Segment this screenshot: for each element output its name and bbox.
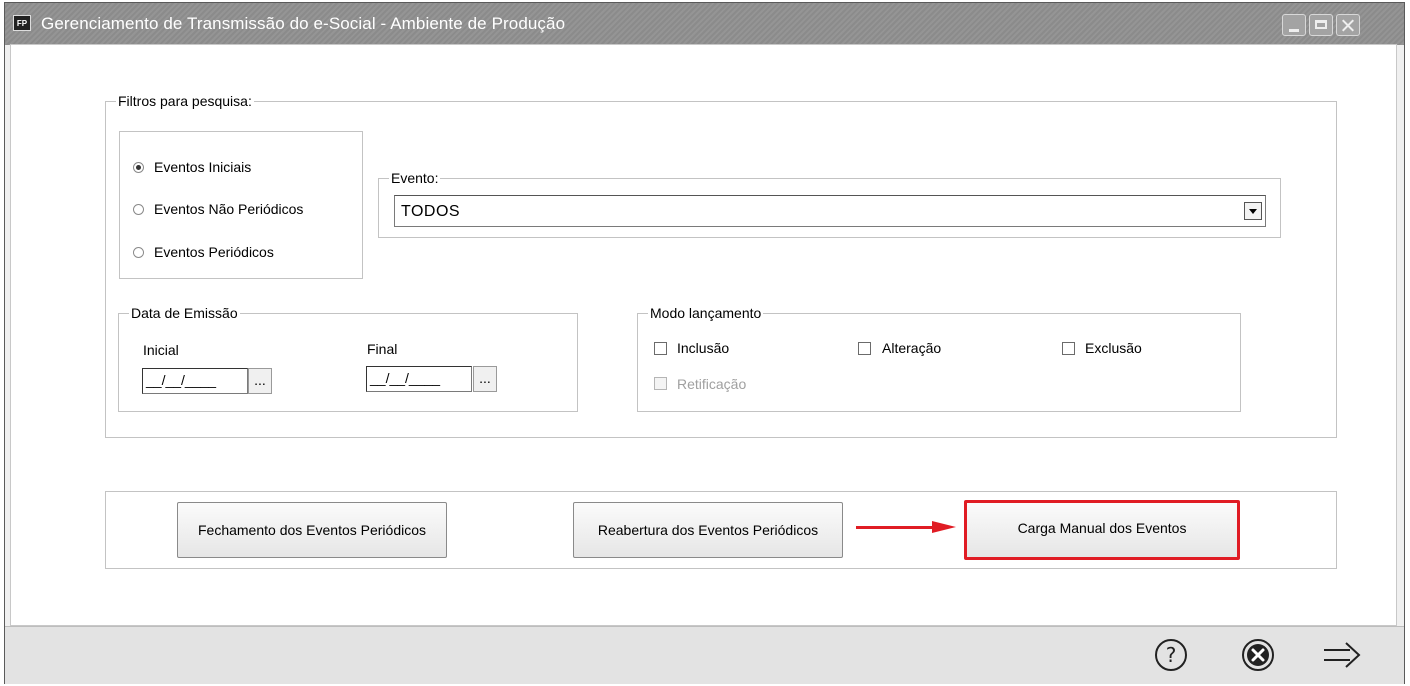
annotation-arrow-icon	[932, 521, 956, 533]
cancel-icon[interactable]	[1240, 637, 1276, 673]
app-icon: FP	[13, 15, 31, 31]
radio-eventos-periodicos-label[interactable]: Eventos Periódicos	[154, 244, 274, 260]
radio-eventos-iniciais[interactable]	[133, 162, 144, 173]
data-final-input[interactable]: __/__/____	[366, 366, 472, 392]
minimize-button[interactable]	[1282, 14, 1306, 36]
annotation-arrow-line	[856, 526, 934, 529]
radio-eventos-periodicos[interactable]	[133, 247, 144, 258]
evento-select-value: TODOS	[401, 203, 461, 220]
help-icon[interactable]: ?	[1153, 637, 1189, 673]
maximize-button[interactable]	[1309, 14, 1333, 36]
next-arrow-icon[interactable]	[1322, 639, 1362, 671]
radio-eventos-nao-periodicos-label[interactable]: Eventos Não Periódicos	[154, 201, 303, 217]
modo-lancamento-group: Modo lançamento	[637, 306, 1241, 412]
carga-manual-eventos-button[interactable]: Carga Manual dos Eventos	[964, 500, 1240, 560]
data-final-label: Final	[367, 341, 398, 357]
data-inicial-picker-button[interactable]: ...	[248, 368, 272, 394]
checkbox-alteracao-label[interactable]: Alteração	[882, 340, 941, 356]
modo-lancamento-legend: Modo lançamento	[650, 305, 762, 321]
footer-bar	[5, 626, 1404, 684]
svg-text:?: ?	[1166, 643, 1177, 667]
minimize-icon	[1283, 15, 1305, 35]
data-inicial-input[interactable]: __/__/____	[142, 368, 248, 394]
data-final-picker-button[interactable]: ...	[473, 366, 497, 392]
window-title: Gerenciamento de Transmissão do e-Social…	[41, 14, 566, 33]
checkbox-inclusao[interactable]	[654, 342, 667, 355]
data-emissao-legend: Data de Emissão	[131, 305, 238, 321]
radio-eventos-nao-periodicos[interactable]	[133, 204, 144, 215]
checkbox-alteracao[interactable]	[858, 342, 871, 355]
checkbox-exclusao[interactable]	[1062, 342, 1075, 355]
evento-select[interactable]: TODOS	[394, 195, 1266, 227]
data-emissao-group: Data de Emissão	[118, 306, 578, 412]
close-icon	[1337, 15, 1359, 35]
data-inicial-label: Inicial	[143, 342, 179, 358]
checkbox-exclusao-label[interactable]: Exclusão	[1085, 340, 1142, 356]
filters-legend: Filtros para pesquisa:	[118, 93, 252, 109]
checkbox-inclusao-label[interactable]: Inclusão	[677, 340, 729, 356]
close-button[interactable]	[1336, 14, 1360, 36]
checkbox-retificacao-label: Retificação	[677, 376, 747, 392]
checkbox-retificacao	[654, 377, 667, 390]
title-bar[interactable]: FP Gerenciamento de Transmissão do e-Soc…	[5, 3, 1404, 45]
chevron-down-icon[interactable]	[1244, 202, 1262, 220]
fechamento-eventos-button[interactable]: Fechamento dos Eventos Periódicos	[177, 502, 447, 558]
radio-eventos-iniciais-label[interactable]: Eventos Iniciais	[154, 159, 251, 175]
evento-legend: Evento:	[391, 170, 439, 186]
reabertura-eventos-button[interactable]: Reabertura dos Eventos Periódicos	[573, 502, 843, 558]
maximize-icon	[1310, 15, 1332, 35]
